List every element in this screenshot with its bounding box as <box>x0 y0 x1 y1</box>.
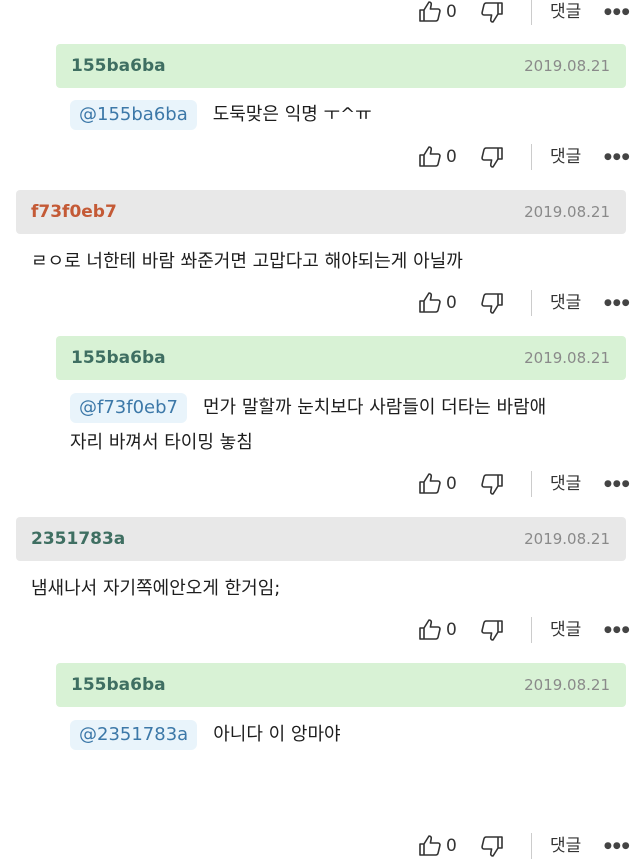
comment-actions: 0 댓글 ●●● <box>0 613 640 647</box>
more-options-icon[interactable]: ●●● <box>604 286 631 320</box>
comment-date: 2019.08.21 <box>524 349 610 367</box>
comment-body: @f73f0eb7 먼가 말할까 눈치보다 사람들이 더타는 바람애 <box>70 391 546 425</box>
thumbs-down-icon[interactable] <box>480 472 504 496</box>
comment-body: 냄새나서 자기쪽에안오게 한거임; <box>31 572 280 606</box>
thumbs-down-icon[interactable] <box>480 0 504 24</box>
comment-thread: 0 댓글 ●●● 155ba6ba 2019.08.21 @155ba6ba 도둑… <box>0 0 640 863</box>
comment-body-line: 자리 바껴서 타이밍 놓침 <box>70 426 253 460</box>
thumbs-up-icon[interactable] <box>418 291 442 315</box>
comment-actions: 0 댓글 ●●● <box>0 0 640 29</box>
comment-text: 자리 바껴서 타이밍 놓침 <box>70 432 253 453</box>
more-options-icon[interactable]: ●●● <box>604 613 631 647</box>
thumbs-down-icon[interactable] <box>480 291 504 315</box>
comment-author[interactable]: 155ba6ba <box>71 44 166 88</box>
mention-tag[interactable]: @2351783a <box>70 720 198 750</box>
comment-author[interactable]: 2351783a <box>31 517 125 561</box>
mention-tag[interactable]: @f73f0eb7 <box>70 393 187 423</box>
comment-text: 도둑맞은 익명 ㅜ^ㅠ <box>212 104 372 125</box>
comment-date: 2019.08.21 <box>524 203 610 221</box>
like-count: 0 <box>446 293 457 313</box>
comment-actions: 0 댓글 ●●● <box>0 286 640 320</box>
reply-button[interactable]: 댓글 <box>550 140 581 174</box>
comment-date: 2019.08.21 <box>524 530 610 548</box>
thumbs-down-icon[interactable] <box>480 834 504 858</box>
comment-text: 먼가 말할까 눈치보다 사람들이 더타는 바람애 <box>202 397 547 418</box>
comment-text: 아니다 이 앙마야 <box>213 724 341 745</box>
comment-actions: 0 댓글 ●●● <box>0 140 640 174</box>
like-count: 0 <box>446 836 457 856</box>
reply-button[interactable]: 댓글 <box>550 286 581 320</box>
thumbs-up-icon[interactable] <box>418 145 442 169</box>
reply-button[interactable]: 댓글 <box>550 829 581 863</box>
like-count: 0 <box>446 147 457 167</box>
like-count: 0 <box>446 620 457 640</box>
comment-date: 2019.08.21 <box>524 57 610 75</box>
like-count: 0 <box>446 474 457 494</box>
more-options-icon[interactable]: ●●● <box>604 829 631 863</box>
like-count: 0 <box>446 2 457 22</box>
comment-actions: 0 댓글 ●●● <box>0 829 640 863</box>
divider <box>531 144 532 170</box>
comment-header: 155ba6ba 2019.08.21 <box>56 44 626 88</box>
divider <box>531 0 532 25</box>
comment-author[interactable]: 155ba6ba <box>71 336 166 380</box>
divider <box>531 617 532 643</box>
reply-button[interactable]: 댓글 <box>550 467 581 501</box>
comment-header: 155ba6ba 2019.08.21 <box>56 336 626 380</box>
comment-text: 냄새나서 자기쪽에안오게 한거임; <box>31 578 281 599</box>
thumbs-up-icon[interactable] <box>418 618 442 642</box>
comment-body: ㄹㅇ로 너한테 바람 쏴준거면 고맙다고 해야되는게 아닐까 <box>31 245 463 279</box>
thumbs-up-icon[interactable] <box>418 0 442 24</box>
more-options-icon[interactable]: ●●● <box>604 467 631 501</box>
comment-body: @2351783a 아니다 이 앙마야 <box>70 718 341 752</box>
comment-header: f73f0eb7 2019.08.21 <box>16 190 626 234</box>
mention-tag[interactable]: @155ba6ba <box>70 100 197 130</box>
comment-header: 155ba6ba 2019.08.21 <box>56 663 626 707</box>
comment-header: 2351783a 2019.08.21 <box>16 517 626 561</box>
thumbs-down-icon[interactable] <box>480 145 504 169</box>
divider <box>531 290 532 316</box>
comment-author[interactable]: 155ba6ba <box>71 663 166 707</box>
comment-date: 2019.08.21 <box>524 676 610 694</box>
comment-body: @155ba6ba 도둑맞은 익명 ㅜ^ㅠ <box>70 98 372 132</box>
comment-actions: 0 댓글 ●●● <box>0 467 640 501</box>
thumbs-down-icon[interactable] <box>480 618 504 642</box>
divider <box>531 471 532 497</box>
divider <box>531 833 532 859</box>
comment-text: ㄹㅇ로 너한테 바람 쏴준거면 고맙다고 해야되는게 아닐까 <box>31 251 463 272</box>
more-options-icon[interactable]: ●●● <box>604 0 631 29</box>
reply-button[interactable]: 댓글 <box>550 0 581 29</box>
reply-button[interactable]: 댓글 <box>550 613 581 647</box>
thumbs-up-icon[interactable] <box>418 834 442 858</box>
thumbs-up-icon[interactable] <box>418 472 442 496</box>
comment-author[interactable]: f73f0eb7 <box>31 190 117 234</box>
more-options-icon[interactable]: ●●● <box>604 140 631 174</box>
